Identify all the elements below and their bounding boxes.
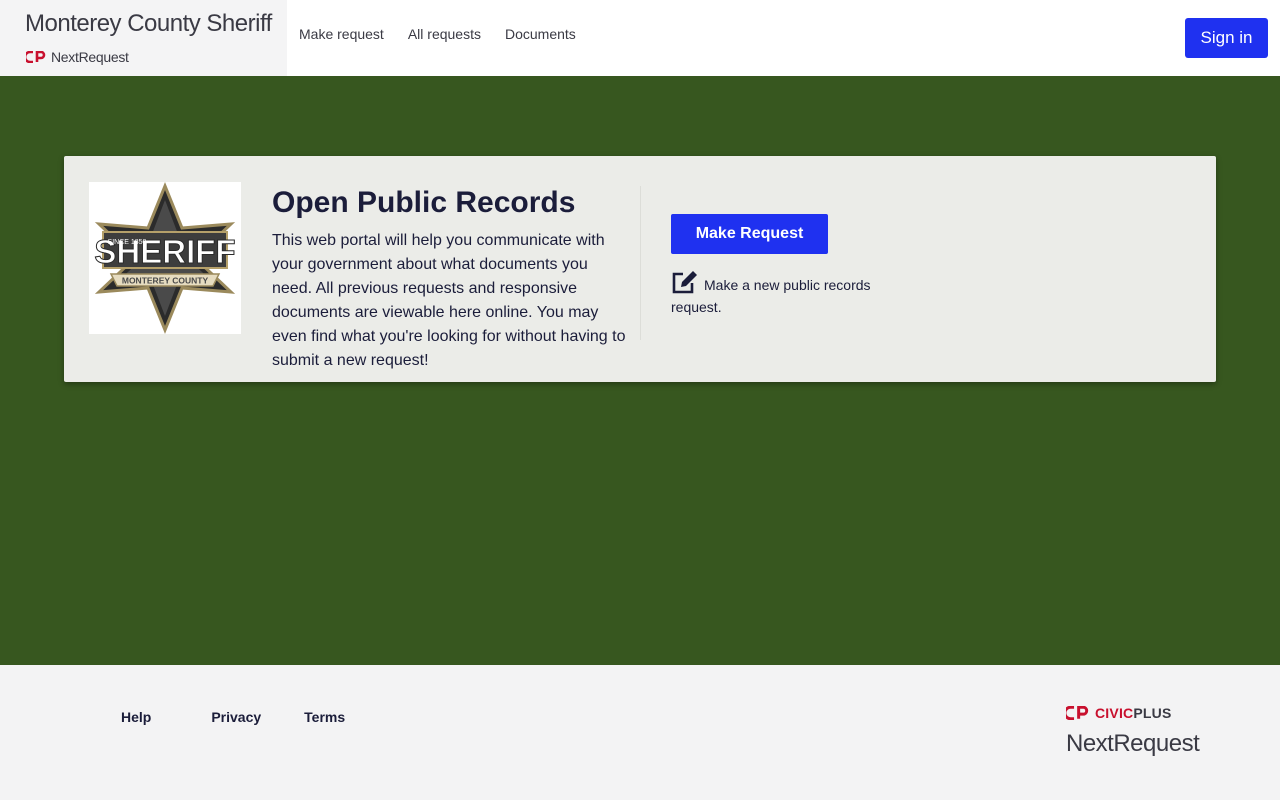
badge-since-text: SINCE 1850 [108,239,147,246]
nav-make-request[interactable]: Make request [299,26,384,42]
make-request-note: Make a new public records request. [671,270,901,318]
footer-help-link[interactable]: Help [121,709,151,725]
main-nav: Make request All requests Documents [299,26,576,42]
brand-block[interactable]: Monterey County Sheriff NextRequest [0,0,287,76]
footer-links: Help Privacy Terms [121,709,345,725]
badge-county-text: MONTEREY COUNTY [122,276,209,286]
pencil-square-icon [672,271,697,294]
site-header: Monterey County Sheriff NextRequest Make… [0,0,1280,76]
make-request-button[interactable]: Make Request [671,214,828,254]
make-request-note-text: Make a new public records request. [671,277,871,315]
sheriff-badge-icon: SHERIFF SINCE 1850 MONTEREY COUNTY [94,182,236,334]
cp-logo-icon [1066,706,1089,720]
product-brand: NextRequest [26,49,129,65]
portal-description: This web portal will help you communicat… [272,232,626,369]
footer-privacy-link[interactable]: Privacy [211,709,261,725]
nav-documents[interactable]: Documents [505,26,576,42]
footer-nextrequest-wordmark: NextRequest [1066,730,1200,757]
hero-card: SHERIFF SINCE 1850 MONTEREY COUNTY Open … [64,156,1216,382]
civic-red-text: CIVIC [1095,705,1134,721]
civicplus-wordmark: CIVICPLUS [1095,705,1171,721]
sheriff-badge-logo: SHERIFF SINCE 1850 MONTEREY COUNTY [89,182,241,334]
footer-terms-link[interactable]: Terms [304,709,345,725]
card-divider [640,186,641,340]
agency-name: Monterey County Sheriff [25,10,272,37]
site-footer: Help Privacy Terms CIVICPLUS NextRequest [0,665,1280,800]
cp-logo-icon [26,51,46,63]
page-title: Open Public Records [272,186,576,219]
civicplus-logo[interactable]: CIVICPLUS [1066,705,1171,721]
nav-all-requests[interactable]: All requests [408,26,481,42]
sign-in-button[interactable]: Sign in [1185,18,1268,58]
civic-dark-text: PLUS [1133,705,1172,721]
product-name: NextRequest [51,49,129,65]
